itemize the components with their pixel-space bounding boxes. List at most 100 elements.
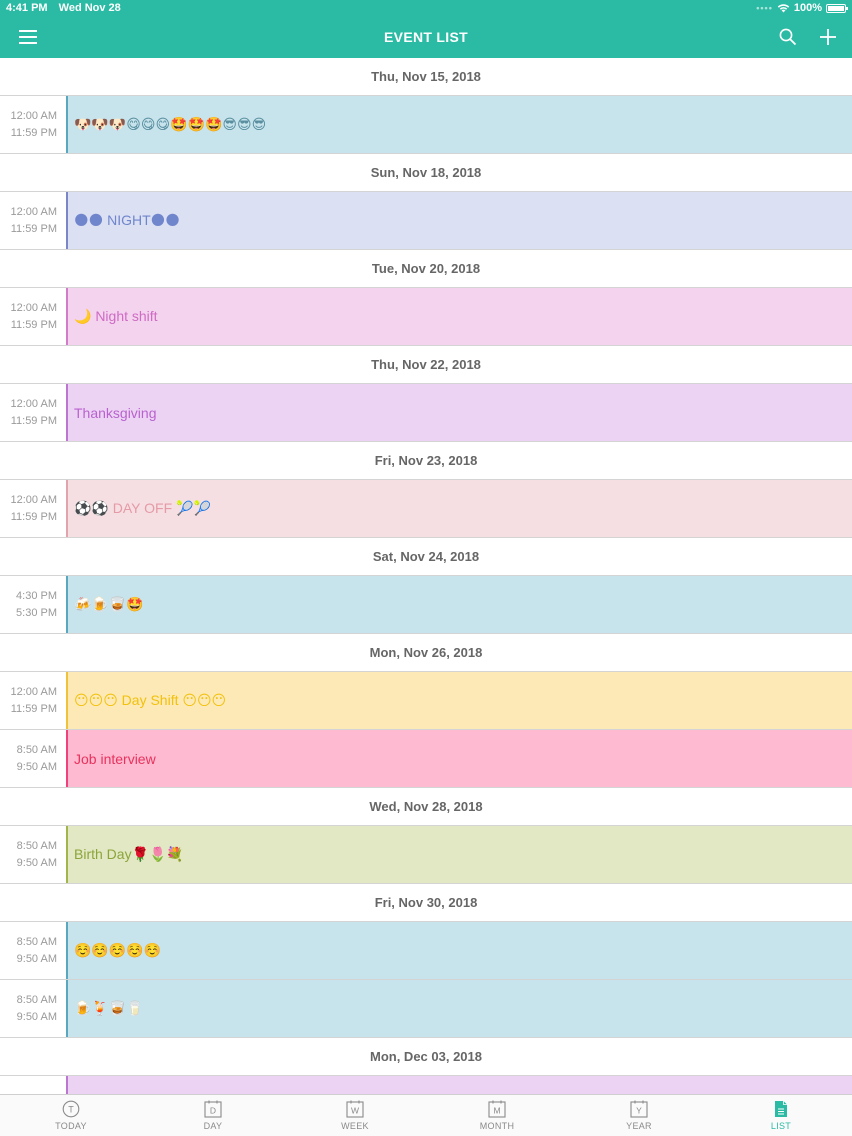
event-time: 12:00 AM 11:59 PM	[0, 672, 66, 729]
event-end-time: 9:50 AM	[16, 1010, 57, 1023]
event-title: 🐶🐶🐶😋😋😋🤩🤩🤩😎😎😎	[66, 96, 852, 153]
event-end-time: 11:59 PM	[10, 126, 57, 139]
event-end-time: 11:59 PM	[10, 318, 57, 331]
svg-text:D: D	[210, 1106, 216, 1116]
day-calendar-icon: D	[204, 1100, 222, 1118]
event-row[interactable]: 12:00 AM 11:59 PM 🐶🐶🐶😋😋😋🤩🤩🤩😎😎😎	[0, 96, 852, 154]
tab-label: DAY	[203, 1121, 223, 1131]
event-time: 8:50 AM 9:50 AM	[0, 922, 66, 979]
event-row[interactable]: 12:00 AM	[0, 1076, 852, 1094]
event-row[interactable]: 4:30 PM 5:30 PM 🍻🍺🥃🤩	[0, 576, 852, 634]
tab-bar: T TODAY D DAY W WEEK M MONTH Y YEAR LIST	[0, 1094, 852, 1136]
event-time: 12:00 AM 11:59 PM	[0, 96, 66, 153]
event-row[interactable]: 12:00 AM 11:59 PM ⚽⚽ DAY OFF 🎾🎾	[0, 480, 852, 538]
event-end-time: 5:30 PM	[16, 606, 57, 619]
event-time: 8:50 AM 9:50 AM	[0, 980, 66, 1037]
plus-icon	[820, 29, 836, 45]
app-root: 4:41 PM Wed Nov 28 •••• 100% EVENT LIST	[0, 0, 852, 1136]
svg-text:W: W	[351, 1106, 359, 1116]
battery-percent: 100%	[793, 2, 822, 14]
event-time: 12:00 AM	[0, 1076, 66, 1094]
event-row[interactable]: 12:00 AM 11:59 PM Thanksgiving	[0, 384, 852, 442]
day-header: Sat, Nov 24, 2018	[0, 538, 852, 576]
event-time: 8:50 AM 9:50 AM	[0, 730, 66, 787]
event-time: 4:30 PM 5:30 PM	[0, 576, 66, 633]
search-icon	[779, 28, 797, 46]
event-row[interactable]: 12:00 AM 11:59 PM 🌑🌑 NIGHT🌑🌑	[0, 192, 852, 250]
event-time: 12:00 AM 11:59 PM	[0, 480, 66, 537]
event-end-time: 11:59 PM	[10, 222, 57, 235]
event-start-time: 8:50 AM	[16, 743, 57, 756]
event-title: 🍻🍺🥃🤩	[66, 576, 852, 633]
event-list[interactable]: Thu, Nov 15, 2018 12:00 AM 11:59 PM 🐶🐶🐶😋😋😋🤩…	[0, 58, 852, 1094]
event-start-time: 8:50 AM	[16, 935, 57, 948]
event-end-time: 9:50 AM	[16, 760, 57, 773]
list-document-icon	[772, 1100, 790, 1118]
event-end-time: 11:59 PM	[10, 414, 57, 427]
tab-today[interactable]: T TODAY	[0, 1095, 142, 1136]
day-header: Mon, Nov 26, 2018	[0, 634, 852, 672]
month-calendar-icon: M	[488, 1100, 506, 1118]
week-calendar-icon: W	[346, 1100, 364, 1118]
event-title: Thanksgiving	[66, 384, 852, 441]
search-button[interactable]	[775, 24, 801, 50]
event-time: 12:00 AM 11:59 PM	[0, 384, 66, 441]
nav-bar: EVENT LIST	[0, 16, 852, 58]
signal-dots-icon: ••••	[756, 3, 773, 13]
event-title: Birth Day🌹🌷💐	[66, 826, 852, 883]
event-title: 🌙 Night shift	[66, 288, 852, 345]
today-circle-icon: T	[62, 1100, 80, 1118]
day-header: Wed, Nov 28, 2018	[0, 788, 852, 826]
tab-year[interactable]: Y YEAR	[568, 1095, 710, 1136]
day-header: Tue, Nov 20, 2018	[0, 250, 852, 288]
tab-month[interactable]: M MONTH	[426, 1095, 568, 1136]
event-start-time: 4:30 PM	[16, 589, 57, 602]
tab-label: LIST	[770, 1121, 792, 1131]
event-start-time: 12:00 AM	[10, 397, 57, 410]
event-row[interactable]: 12:00 AM 11:59 PM 😶😶😶 Day Shift 😶😶😶	[0, 672, 852, 730]
battery-icon	[826, 3, 848, 13]
event-end-time: 9:50 AM	[16, 952, 57, 965]
event-title: 😶😶😶 Day Shift 😶😶😶	[66, 672, 852, 729]
day-header: Thu, Nov 15, 2018	[0, 58, 852, 96]
tab-label: TODAY	[55, 1121, 87, 1131]
event-title: 🌑🌑 NIGHT🌑🌑	[66, 192, 852, 249]
event-row[interactable]: 12:00 AM 11:59 PM 🌙 Night shift	[0, 288, 852, 346]
page-title: EVENT LIST	[384, 29, 468, 45]
event-start-time: 12:00 AM	[10, 205, 57, 218]
event-start-time: 8:50 AM	[16, 839, 57, 852]
status-time: 4:41 PM	[6, 2, 48, 14]
event-start-time: 12:00 AM	[10, 301, 57, 314]
tab-label: WEEK	[341, 1121, 369, 1131]
event-start-time: 12:00 AM	[10, 109, 57, 122]
day-header: Sun, Nov 18, 2018	[0, 154, 852, 192]
tab-week[interactable]: W WEEK	[284, 1095, 426, 1136]
svg-text:Y: Y	[636, 1106, 642, 1116]
event-title	[66, 1076, 852, 1094]
day-header: Fri, Nov 23, 2018	[0, 442, 852, 480]
event-end-time: 9:50 AM	[16, 856, 57, 869]
event-title: ⚽⚽ DAY OFF 🎾🎾	[66, 480, 852, 537]
event-row[interactable]: 8:50 AM 9:50 AM ☺️☺️☺️☺️☺️	[0, 922, 852, 980]
status-left: 4:41 PM Wed Nov 28	[6, 2, 129, 14]
event-title: Job interview	[66, 730, 852, 787]
add-event-button[interactable]	[815, 24, 841, 50]
status-right: •••• 100%	[756, 2, 848, 14]
event-time: 12:00 AM 11:59 PM	[0, 192, 66, 249]
event-end-time: 11:59 PM	[10, 702, 57, 715]
year-calendar-icon: Y	[630, 1100, 648, 1118]
day-header: Fri, Nov 30, 2018	[0, 884, 852, 922]
tab-list[interactable]: LIST	[710, 1095, 852, 1136]
event-start-time: 12:00 AM	[10, 685, 57, 698]
day-header: Thu, Nov 22, 2018	[0, 346, 852, 384]
event-row[interactable]: 8:50 AM 9:50 AM Job interview	[0, 730, 852, 788]
event-end-time: 11:59 PM	[10, 510, 57, 523]
svg-text:T: T	[68, 1105, 74, 1115]
event-start-time: 12:00 AM	[10, 493, 57, 506]
day-header: Mon, Dec 03, 2018	[0, 1038, 852, 1076]
tab-day[interactable]: D DAY	[142, 1095, 284, 1136]
event-time: 12:00 AM 11:59 PM	[0, 288, 66, 345]
event-row[interactable]: 8:50 AM 9:50 AM 🍺🍹🥃🥛	[0, 980, 852, 1038]
wifi-icon	[777, 4, 790, 13]
event-row[interactable]: 8:50 AM 9:50 AM Birth Day🌹🌷💐	[0, 826, 852, 884]
